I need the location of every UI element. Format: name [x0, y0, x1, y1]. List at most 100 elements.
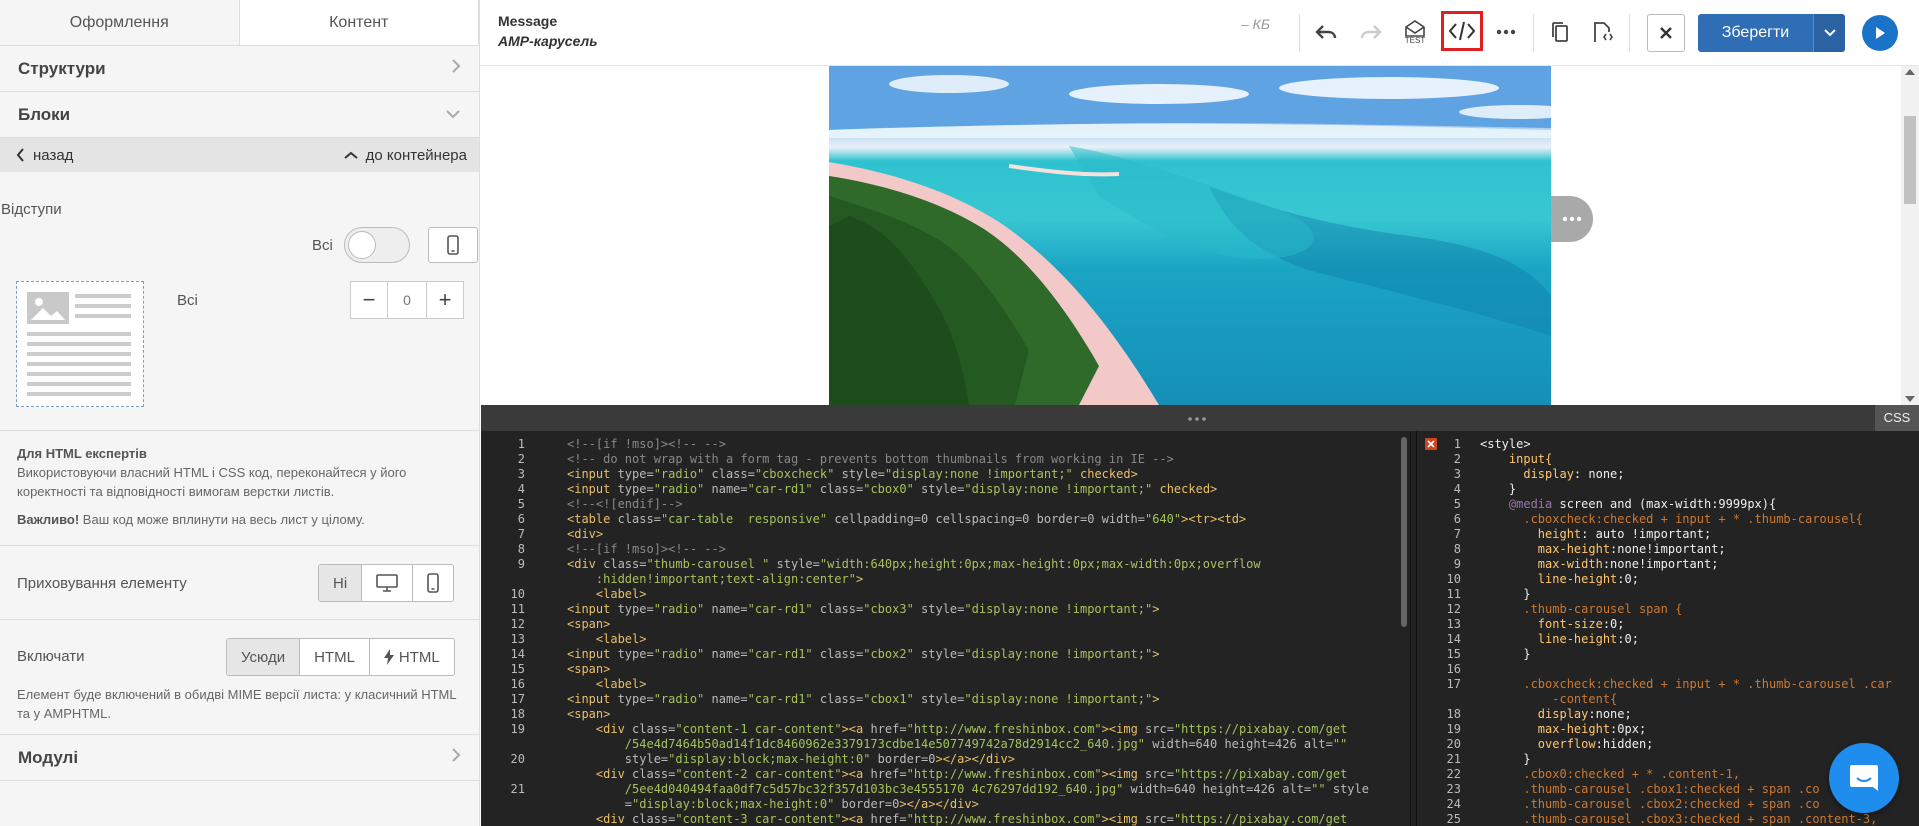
more-dots-icon — [1562, 216, 1582, 222]
line-number: 22 — [1446, 767, 1461, 781]
chat-support-button[interactable] — [1829, 743, 1899, 813]
experts-text: Використовуючи власний HTML і CSS код, п… — [17, 465, 407, 499]
code-line: .cboxcheck:checked + input + * .thumb-ca… — [1480, 512, 1863, 526]
close-button[interactable] — [1647, 14, 1685, 52]
increment-button[interactable]: + — [426, 281, 464, 319]
line-number: 13 — [1446, 617, 1461, 631]
block-options-handle[interactable] — [1551, 196, 1593, 242]
line-number: 14 — [1446, 632, 1461, 646]
hiding-no-button[interactable]: Ні — [319, 565, 363, 601]
line-number: 20 — [1446, 737, 1461, 751]
export-code-button[interactable] — [1585, 14, 1621, 50]
preview-play-button[interactable] — [1862, 15, 1898, 51]
save-button[interactable]: Зберегти — [1698, 14, 1813, 52]
html-scrollbar[interactable] — [1401, 437, 1407, 627]
code-line: <table class="car-table responsive" cell… — [567, 512, 1247, 526]
scroll-up-arrow[interactable] — [1905, 69, 1915, 75]
chat-icon — [1850, 765, 1878, 791]
code-line: input{ — [1480, 452, 1553, 466]
copy-button[interactable] — [1542, 14, 1578, 50]
line-number: 2 — [517, 452, 525, 466]
include-everywhere-button[interactable]: Усюди — [227, 639, 301, 675]
code-line: .thumb-carousel span { — [1480, 602, 1683, 616]
html-code-editor[interactable]: 1 2 3 4 5 6 7 8 9 10 11 12 13 14 15 16 17 18 19 20 21 <!--[i… — [481, 431, 1410, 826]
html-code-lines: <!--[if !mso]><!-- --> <!-- do not wrap w… — [567, 437, 1396, 826]
tab-design[interactable]: Оформлення — [0, 0, 240, 45]
file-code-icon — [1594, 22, 1613, 42]
section-structures[interactable]: Структури — [0, 46, 479, 92]
close-icon — [1660, 27, 1672, 39]
decrement-button[interactable]: − — [350, 281, 388, 319]
line-number: 9 — [517, 557, 525, 571]
save-options-button[interactable] — [1813, 14, 1845, 52]
line-number: 7 — [1453, 527, 1461, 541]
line-number: 19 — [510, 722, 525, 736]
editor-header: Message AMP-карусель – КБ TEST Зберегти — [481, 0, 1919, 66]
carousel-image[interactable] — [829, 66, 1551, 405]
section-blocks-label: Блоки — [18, 104, 71, 124]
code-line: <div class="content-1 car-content"><a hr… — [567, 722, 1348, 736]
line-number — [1431, 692, 1465, 707]
code-line: <input type="radio" name="car-rd1" class… — [567, 602, 1160, 616]
editor-resize-bar[interactable]: CSS — [481, 405, 1919, 431]
section-blocks[interactable]: Блоки — [0, 92, 479, 138]
chevron-down-icon — [1823, 29, 1836, 37]
hide-mobile-button[interactable] — [413, 565, 454, 601]
include-amphtml-label: HTML — [398, 648, 440, 666]
code-editor-button[interactable] — [1441, 11, 1483, 51]
code-line: @media screen and (max-width:9999px){ — [1480, 497, 1777, 511]
email-canvas — [481, 66, 1919, 405]
include-amphtml-button[interactable]: HTML — [369, 639, 454, 675]
code-line: <!-- do not wrap with a form tag - preve… — [567, 452, 1174, 466]
hide-desktop-button[interactable] — [362, 565, 414, 601]
line-number: 16 — [1446, 662, 1461, 676]
line-number — [481, 737, 529, 752]
chevron-right-icon — [451, 747, 461, 768]
test-button[interactable]: TEST — [1397, 14, 1433, 50]
line-number: 3 — [1453, 467, 1461, 481]
line-number: 19 — [1446, 722, 1461, 736]
section-modules[interactable]: Модулі — [0, 735, 479, 781]
hiding-label: Приховування елементу — [17, 575, 187, 592]
scrollbar-thumb[interactable] — [1904, 116, 1916, 204]
line-number: 24 — [1446, 797, 1461, 811]
message-subtitle: AMP-карусель — [498, 33, 598, 49]
canvas-scrollbar[interactable] — [1901, 66, 1919, 405]
more-button[interactable] — [1488, 14, 1524, 50]
code-line: .thumb-carousel .cbox3:checked + span .c… — [1480, 812, 1878, 826]
line-number: 10 — [1446, 572, 1461, 586]
code-line: style="display:block;max-height:0" borde… — [567, 752, 1015, 766]
line-number: 6 — [1453, 512, 1461, 526]
scroll-down-arrow[interactable] — [1905, 396, 1915, 402]
line-number: 12 — [510, 617, 525, 631]
code-line: <div class="thumb-carousel " style="widt… — [567, 557, 1261, 571]
back-link[interactable]: назад — [16, 147, 73, 164]
editor-split-handle[interactable] — [1410, 431, 1417, 826]
css-tab[interactable]: CSS — [1875, 405, 1919, 431]
line-number: 17 — [1446, 677, 1461, 691]
chevron-right-icon — [451, 58, 461, 79]
line-number: 14 — [510, 647, 525, 661]
undo-button[interactable] — [1308, 14, 1344, 50]
line-number: 12 — [1446, 602, 1461, 616]
mobile-padding-button[interactable] — [428, 227, 478, 263]
line-number: 10 — [510, 587, 525, 601]
tab-content[interactable]: Контент — [239, 0, 479, 45]
padding-value[interactable]: 0 — [388, 281, 426, 319]
drag-handle-icon — [1188, 417, 1206, 421]
line-number: 13 — [510, 632, 525, 646]
line-number: 2 — [1453, 452, 1461, 466]
line-number: 8 — [517, 542, 525, 556]
back-label: назад — [33, 146, 74, 164]
line-number: 11 — [1446, 587, 1461, 601]
mobile-icon — [427, 573, 439, 593]
line-number: 25 — [1446, 812, 1461, 826]
to-container-link[interactable]: до контейнера — [344, 147, 467, 164]
code-line: line-height:0; — [1480, 572, 1639, 586]
redo-button[interactable] — [1353, 14, 1389, 50]
include-html-button[interactable]: HTML — [300, 639, 370, 675]
experts-title: Для HTML експертів — [17, 446, 147, 461]
padding-all-toggle[interactable] — [344, 227, 410, 263]
code-line: ="display:block;max-height:0" border=0><… — [567, 797, 979, 811]
code-line: <style> — [1480, 437, 1531, 451]
